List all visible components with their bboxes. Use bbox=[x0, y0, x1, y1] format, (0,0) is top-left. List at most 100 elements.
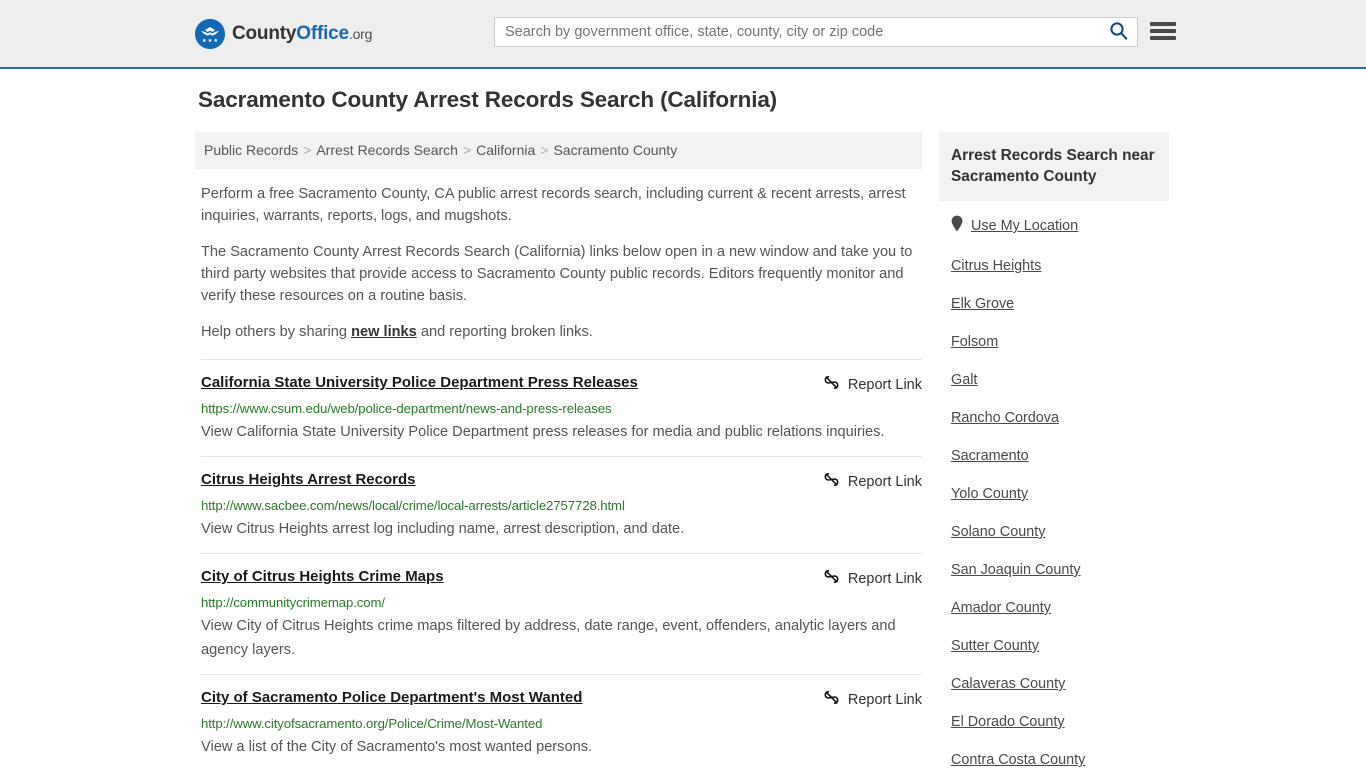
broken-link-icon bbox=[823, 689, 840, 710]
two-column-layout: Public Records > Arrest Records Search > Cal… bbox=[193, 132, 1173, 768]
new-links-link[interactable]: new links bbox=[351, 324, 417, 340]
result-title-link[interactable]: City of Citrus Heights Crime Maps bbox=[201, 567, 444, 586]
nearby-link-row[interactable]: Sacramento bbox=[939, 447, 1169, 465]
nearby-link[interactable]: Rancho Cordova bbox=[951, 409, 1059, 427]
search-button[interactable] bbox=[1099, 18, 1137, 46]
search-bar bbox=[494, 17, 1138, 47]
site-logo[interactable]: CountyOffice.org bbox=[195, 19, 372, 49]
report-link-label: Report Link bbox=[847, 570, 922, 587]
breadcrumb-separator: > bbox=[462, 142, 472, 158]
share-text-before: Help others by sharing bbox=[201, 324, 352, 340]
report-link-button[interactable]: Report Link bbox=[823, 568, 922, 589]
nearby-panel-title: Arrest Records Search near Sacramento Co… bbox=[939, 132, 1169, 201]
result-header-row: City of Sacramento Police Department's M… bbox=[201, 688, 922, 710]
result-title-link[interactable]: Citrus Heights Arrest Records bbox=[201, 470, 416, 489]
result-header-row: California State University Police Depar… bbox=[201, 373, 922, 395]
nearby-link[interactable]: Sacramento bbox=[951, 447, 1029, 465]
result-description: View Citrus Heights arrest log including… bbox=[201, 521, 685, 537]
share-text-after: and reporting broken links. bbox=[416, 324, 593, 340]
report-link-label: Report Link bbox=[847, 691, 922, 708]
use-my-location-link[interactable]: Use My Location bbox=[971, 217, 1078, 235]
nearby-link[interactable]: Elk Grove bbox=[951, 295, 1014, 313]
nearby-link-row[interactable]: Amador County bbox=[939, 599, 1169, 617]
intro-paragraph-1: Perform a free Sacramento County, CA pub… bbox=[201, 186, 906, 224]
site-header: CountyOffice.org bbox=[0, 0, 1366, 69]
result-item: City of Sacramento Police Department's M… bbox=[201, 674, 922, 768]
broken-link-icon bbox=[823, 374, 840, 395]
result-description: View California State University Police … bbox=[201, 424, 885, 440]
intro-paragraph-3: Help others by sharing new links and rep… bbox=[201, 321, 922, 343]
result-item: City of Citrus Heights Crime Maps Report … bbox=[201, 553, 922, 674]
search-icon bbox=[1109, 21, 1128, 43]
result-item: California State University Police Depar… bbox=[201, 359, 922, 456]
breadcrumb-item-4[interactable]: Sacramento County bbox=[553, 142, 677, 158]
hamburger-bar bbox=[1150, 29, 1176, 33]
result-description: View a list of the City of Sacramento's … bbox=[201, 739, 593, 755]
nearby-link[interactable]: San Joaquin County bbox=[951, 561, 1081, 579]
nearby-link-row[interactable]: Solano County bbox=[939, 523, 1169, 541]
nearby-link[interactable]: Solano County bbox=[951, 523, 1045, 541]
nearby-link-row[interactable]: Elk Grove bbox=[939, 295, 1169, 313]
nearby-link[interactable]: Sutter County bbox=[951, 637, 1039, 655]
nearby-link[interactable]: El Dorado County bbox=[951, 713, 1065, 731]
breadcrumb-separator: > bbox=[540, 142, 549, 158]
nearby-link-row[interactable]: Calaveras County bbox=[939, 675, 1169, 693]
nearby-link-row[interactable]: Yolo County bbox=[939, 485, 1169, 503]
report-link-button[interactable]: Report Link bbox=[823, 374, 922, 395]
broken-link-icon bbox=[823, 471, 840, 492]
nearby-link-row[interactable]: San Joaquin County bbox=[939, 561, 1169, 579]
nearby-link-row[interactable]: Sutter County bbox=[939, 637, 1169, 655]
nearby-link[interactable]: Galt bbox=[951, 371, 977, 389]
page-title: Sacramento County Arrest Records Search … bbox=[198, 87, 778, 112]
hamburger-bar bbox=[1150, 36, 1176, 40]
nearby-link-row[interactable]: Galt bbox=[939, 371, 1169, 389]
result-description: View City of Citrus Heights crime maps f… bbox=[201, 618, 896, 658]
logo-text-tld: .org bbox=[348, 26, 373, 42]
result-url[interactable]: http://communitycrimemap.com/ bbox=[201, 595, 922, 611]
result-url[interactable]: http://www.sacbee.com/news/local/crime/l… bbox=[201, 498, 922, 514]
report-link-label: Report Link bbox=[847, 473, 922, 490]
report-link-button[interactable]: Report Link bbox=[823, 471, 922, 492]
nearby-links: Use My Location Citrus Heights Elk Grove Fo… bbox=[939, 201, 1169, 768]
hamburger-bar bbox=[1150, 22, 1176, 26]
nearby-link-row[interactable]: Rancho Cordova bbox=[939, 409, 1169, 427]
intro-paragraph-2: The Sacramento County Arrest Records Sea… bbox=[201, 244, 913, 304]
logo-text-county: County bbox=[232, 23, 297, 44]
report-link-label: Report Link bbox=[847, 376, 922, 393]
eagle-seal-icon bbox=[195, 19, 225, 49]
results-list: California State University Police Depar… bbox=[201, 359, 922, 768]
breadcrumb-item-2[interactable]: Arrest Records Search bbox=[316, 142, 458, 158]
result-title-link[interactable]: City of Sacramento Police Department's M… bbox=[201, 688, 582, 707]
nearby-link-row[interactable]: Citrus Heights bbox=[939, 257, 1169, 275]
nearby-link[interactable]: Citrus Heights bbox=[951, 257, 1041, 275]
main-column: Public Records > Arrest Records Search > Cal… bbox=[195, 132, 922, 768]
search-input[interactable] bbox=[495, 18, 1099, 46]
result-url[interactable]: http://www.cityofsacramento.org/Police/C… bbox=[201, 716, 922, 732]
nearby-link-row[interactable]: Contra Costa County bbox=[939, 751, 1169, 768]
breadcrumb: Public Records > Arrest Records Search > Cal… bbox=[195, 132, 922, 169]
logo-text-office: Office bbox=[296, 23, 349, 44]
breadcrumb-separator: > bbox=[303, 142, 312, 158]
result-header-row: Citrus Heights Arrest Records Report Link bbox=[201, 470, 922, 492]
result-title-link[interactable]: California State University Police Depar… bbox=[201, 373, 638, 392]
nearby-panel: Arrest Records Search near Sacramento Co… bbox=[939, 132, 1169, 768]
result-url[interactable]: https://www.csum.edu/web/police-departme… bbox=[201, 401, 922, 417]
result-header-row: City of Citrus Heights Crime Maps Report … bbox=[201, 567, 922, 589]
report-link-button[interactable]: Report Link bbox=[823, 689, 922, 710]
nearby-link[interactable]: Calaveras County bbox=[951, 675, 1065, 693]
sidebar: Arrest Records Search near Sacramento Co… bbox=[939, 132, 1169, 768]
nearby-link[interactable]: Yolo County bbox=[951, 485, 1028, 503]
nearby-link-row[interactable]: Folsom bbox=[939, 333, 1169, 351]
nearby-link[interactable]: Contra Costa County bbox=[951, 751, 1085, 768]
use-my-location-row[interactable]: Use My Location bbox=[939, 215, 1169, 237]
breadcrumb-item-3[interactable]: California bbox=[476, 142, 535, 158]
nearby-link[interactable]: Amador County bbox=[951, 599, 1051, 617]
hamburger-menu-icon[interactable] bbox=[1150, 20, 1176, 42]
nearby-link-row[interactable]: El Dorado County bbox=[939, 713, 1169, 731]
page-body: Sacramento County Arrest Records Search … bbox=[0, 69, 1366, 768]
logo-text: CountyOffice.org bbox=[232, 23, 372, 45]
intro-text: Perform a free Sacramento County, CA pub… bbox=[195, 183, 922, 343]
nearby-link[interactable]: Folsom bbox=[951, 333, 998, 351]
map-pin-icon bbox=[951, 215, 963, 237]
breadcrumb-item-1[interactable]: Public Records bbox=[204, 142, 298, 158]
